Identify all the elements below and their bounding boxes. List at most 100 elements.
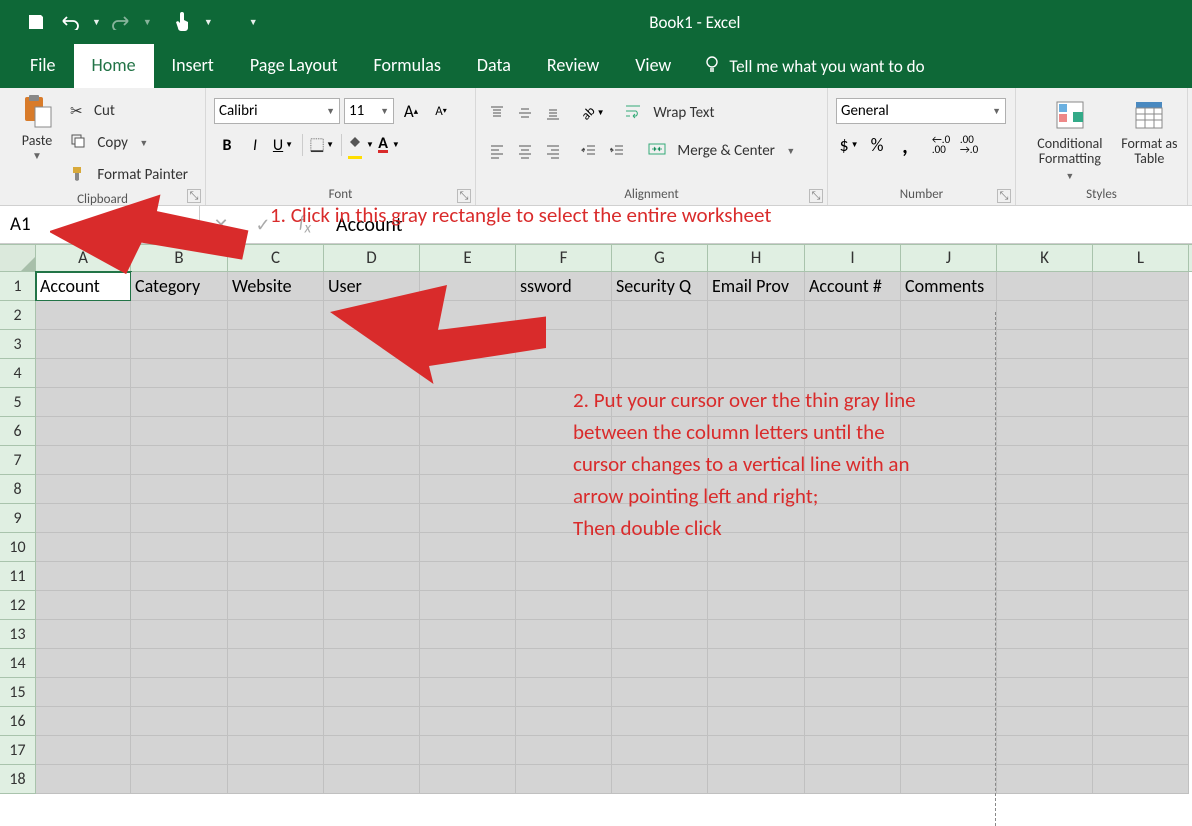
format-painter-button[interactable]: Format Painter: [70, 160, 188, 190]
row-header-3[interactable]: 3: [0, 330, 36, 359]
cell-G13[interactable]: [612, 620, 708, 649]
select-all-corner[interactable]: [0, 245, 36, 271]
col-header-G[interactable]: G: [612, 245, 708, 271]
row-header-5[interactable]: 5: [0, 388, 36, 417]
cell-I14[interactable]: [805, 649, 901, 678]
cell-K6[interactable]: [997, 417, 1093, 446]
cell-L2[interactable]: [1093, 301, 1189, 330]
paste-dropdown[interactable]: ▼: [8, 149, 66, 162]
cell-B16[interactable]: [131, 707, 228, 736]
tab-formulas[interactable]: Formulas: [356, 44, 459, 88]
cell-L12[interactable]: [1093, 591, 1189, 620]
cell-F3[interactable]: [516, 330, 612, 359]
cell-F15[interactable]: [516, 678, 612, 707]
cell-C8[interactable]: [228, 475, 324, 504]
tab-review[interactable]: Review: [529, 44, 617, 88]
cell-D13[interactable]: [324, 620, 420, 649]
cell-B5[interactable]: [131, 388, 228, 417]
cell-L18[interactable]: [1093, 765, 1189, 794]
cell-D10[interactable]: [324, 533, 420, 562]
cell-D7[interactable]: [324, 446, 420, 475]
cell-E18[interactable]: [420, 765, 516, 794]
cell-E7[interactable]: [420, 446, 516, 475]
bold-button[interactable]: B: [214, 132, 240, 158]
cell-B6[interactable]: [131, 417, 228, 446]
cell-K8[interactable]: [997, 475, 1093, 504]
paste-button[interactable]: Paste ▼: [8, 92, 66, 162]
cell-H3[interactable]: [708, 330, 805, 359]
cell-C15[interactable]: [228, 678, 324, 707]
cell-L5[interactable]: [1093, 388, 1189, 417]
cell-I18[interactable]: [805, 765, 901, 794]
italic-button[interactable]: I: [242, 132, 268, 158]
cell-D8[interactable]: [324, 475, 420, 504]
cell-A12[interactable]: [36, 591, 131, 620]
tell-me[interactable]: Tell me what you want to do: [689, 45, 938, 88]
fill-color-button[interactable]: ▼: [348, 132, 374, 158]
cell-C2[interactable]: [228, 301, 324, 330]
cell-C12[interactable]: [228, 591, 324, 620]
cell-K5[interactable]: [997, 388, 1093, 417]
cell-E4[interactable]: [420, 359, 516, 388]
cell-A4[interactable]: [36, 359, 131, 388]
cell-K3[interactable]: [997, 330, 1093, 359]
cell-K4[interactable]: [997, 359, 1093, 388]
cell-L11[interactable]: [1093, 562, 1189, 591]
cell-D17[interactable]: [324, 736, 420, 765]
cell-K18[interactable]: [997, 765, 1093, 794]
undo-dropdown[interactable]: ▼: [92, 17, 101, 28]
cell-A5[interactable]: [36, 388, 131, 417]
row-header-13[interactable]: 13: [0, 620, 36, 649]
cell-D9[interactable]: [324, 504, 420, 533]
merge-center-button[interactable]: Merge & Center ▼: [648, 136, 795, 166]
qat-customize[interactable]: ▼: [249, 17, 258, 28]
redo-dropdown[interactable]: ▼: [143, 17, 152, 28]
tab-data[interactable]: Data: [459, 44, 529, 88]
cell-A16[interactable]: [36, 707, 131, 736]
cell-H13[interactable]: [708, 620, 805, 649]
cell-L9[interactable]: [1093, 504, 1189, 533]
cell-B11[interactable]: [131, 562, 228, 591]
cell-H1[interactable]: Email Prov: [708, 272, 805, 301]
cell-D2[interactable]: [324, 301, 420, 330]
cell-K7[interactable]: [997, 446, 1093, 475]
cell-L10[interactable]: [1093, 533, 1189, 562]
row-header-2[interactable]: 2: [0, 301, 36, 330]
cell-L4[interactable]: [1093, 359, 1189, 388]
align-bottom-button[interactable]: [540, 100, 566, 126]
cell-E3[interactable]: [420, 330, 516, 359]
cell-A10[interactable]: [36, 533, 131, 562]
cell-J13[interactable]: [901, 620, 997, 649]
cell-C17[interactable]: [228, 736, 324, 765]
cell-D18[interactable]: [324, 765, 420, 794]
redo-icon[interactable]: [107, 8, 135, 36]
cell-E15[interactable]: [420, 678, 516, 707]
cell-L17[interactable]: [1093, 736, 1189, 765]
cell-G17[interactable]: [612, 736, 708, 765]
cell-D6[interactable]: [324, 417, 420, 446]
cell-I3[interactable]: [805, 330, 901, 359]
cell-D14[interactable]: [324, 649, 420, 678]
cell-C13[interactable]: [228, 620, 324, 649]
cell-E14[interactable]: [420, 649, 516, 678]
cell-E13[interactable]: [420, 620, 516, 649]
cell-B1[interactable]: Category: [131, 272, 228, 301]
wrap-text-button[interactable]: Wrap Text: [624, 98, 714, 128]
col-header-H[interactable]: H: [708, 245, 805, 271]
cell-E8[interactable]: [420, 475, 516, 504]
cell-B9[interactable]: [131, 504, 228, 533]
cell-H11[interactable]: [708, 562, 805, 591]
cell-C3[interactable]: [228, 330, 324, 359]
name-box[interactable]: A1▼: [0, 206, 200, 243]
cell-B4[interactable]: [131, 359, 228, 388]
cell-J14[interactable]: [901, 649, 997, 678]
number-dialog[interactable]: ⤡: [997, 189, 1011, 203]
cell-B7[interactable]: [131, 446, 228, 475]
undo-icon[interactable]: [56, 8, 84, 36]
cell-B2[interactable]: [131, 301, 228, 330]
cell-E6[interactable]: [420, 417, 516, 446]
cell-H17[interactable]: [708, 736, 805, 765]
cell-G18[interactable]: [612, 765, 708, 794]
cell-L14[interactable]: [1093, 649, 1189, 678]
cell-C7[interactable]: [228, 446, 324, 475]
